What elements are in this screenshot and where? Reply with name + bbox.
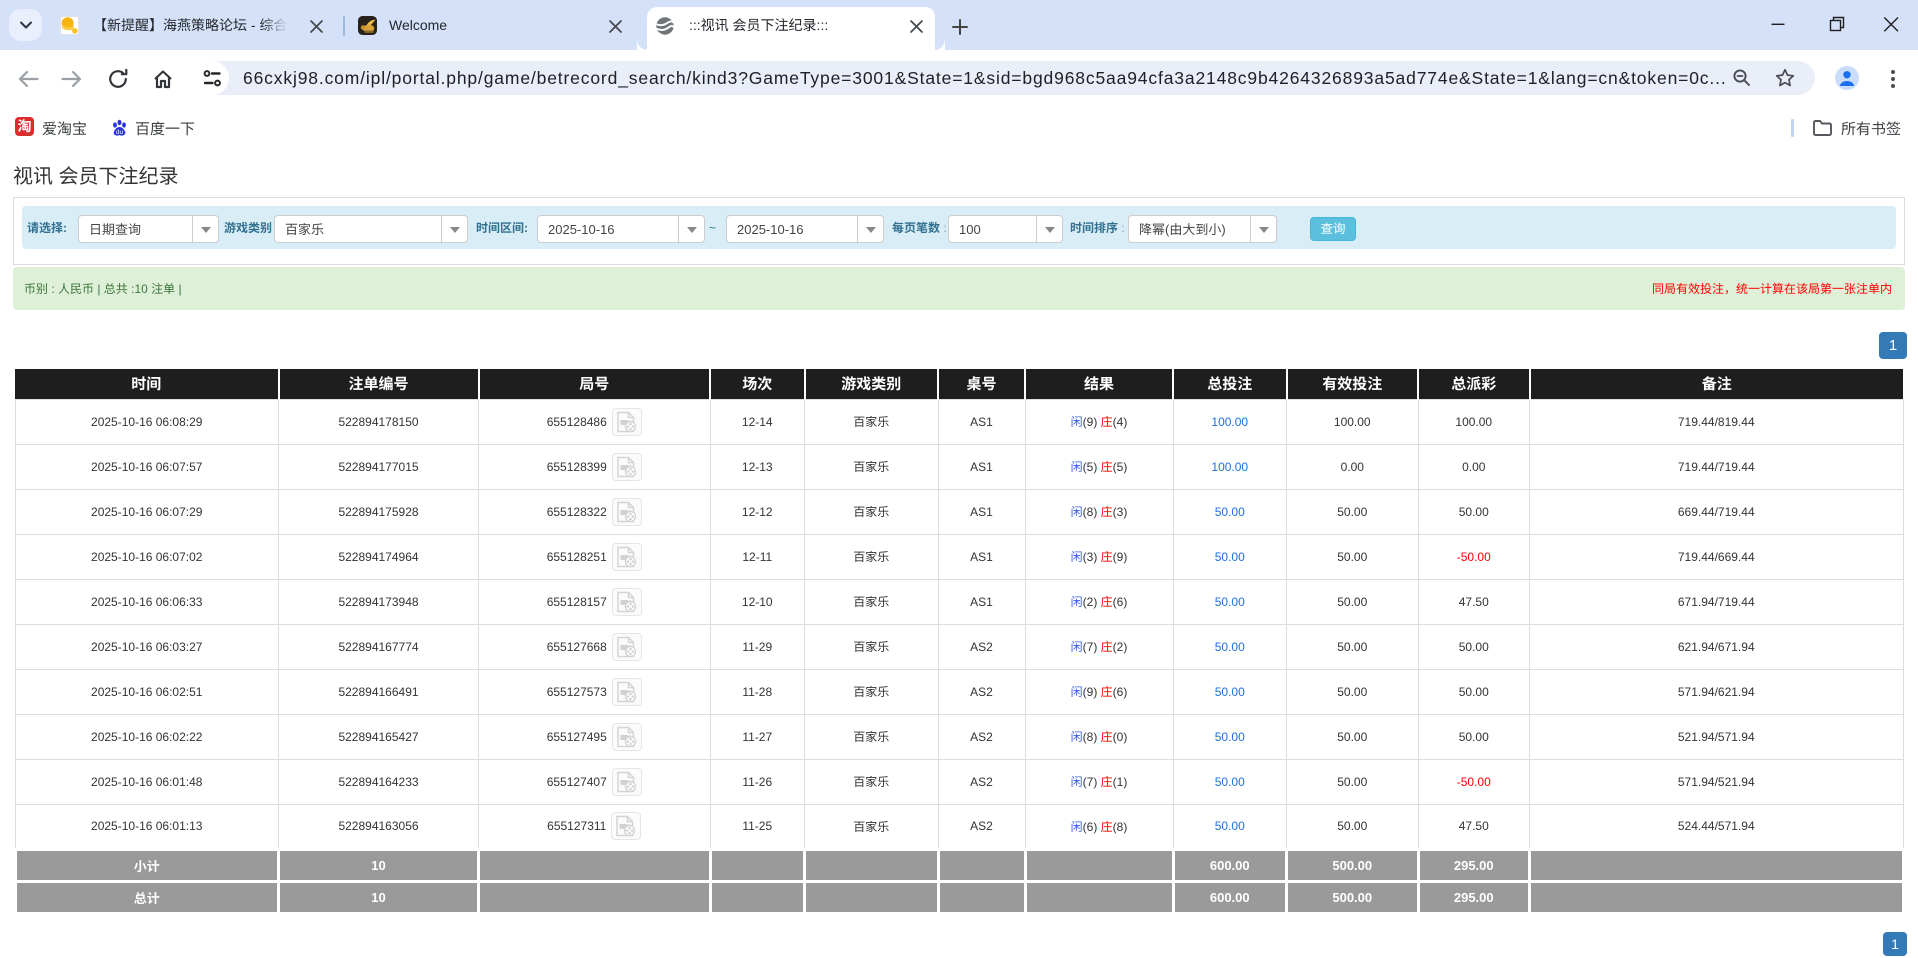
svg-text:du: du	[116, 129, 124, 136]
